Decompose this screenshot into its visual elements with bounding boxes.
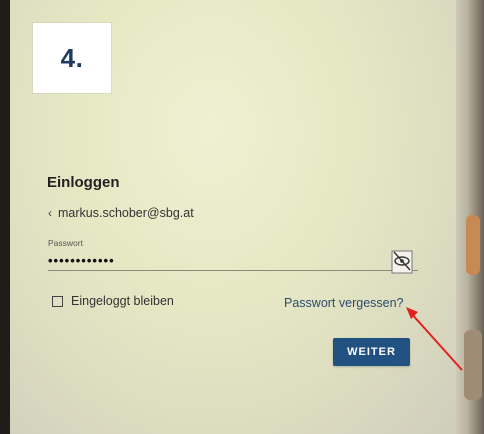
password-label: Passwort: [48, 238, 83, 248]
step-number: 4.: [60, 42, 84, 73]
forgot-password-link[interactable]: Passwort vergessen?: [284, 296, 404, 310]
password-input[interactable]: ••••••••••••: [48, 253, 115, 268]
background-object: [466, 215, 480, 275]
continue-button[interactable]: WEITER: [333, 338, 410, 366]
account-back-link[interactable]: ‹ markus.schober@sbg.at: [48, 206, 194, 220]
monitor-bezel: [0, 0, 10, 434]
stay-logged-in-checkbox[interactable]: [52, 295, 63, 307]
stay-logged-in-label: Eingeloggt bleiben: [71, 294, 174, 308]
chevron-left-icon: ‹: [48, 206, 52, 220]
eye-slash-icon[interactable]: [389, 248, 415, 274]
password-underline: [48, 270, 418, 271]
account-email: markus.schober@sbg.at: [58, 206, 194, 220]
step-badge: 4.: [33, 23, 111, 93]
page-title: Einloggen: [47, 174, 120, 191]
annotation-arrow: [406, 307, 463, 371]
stay-logged-in-option[interactable]: Eingeloggt bleiben: [52, 294, 174, 308]
